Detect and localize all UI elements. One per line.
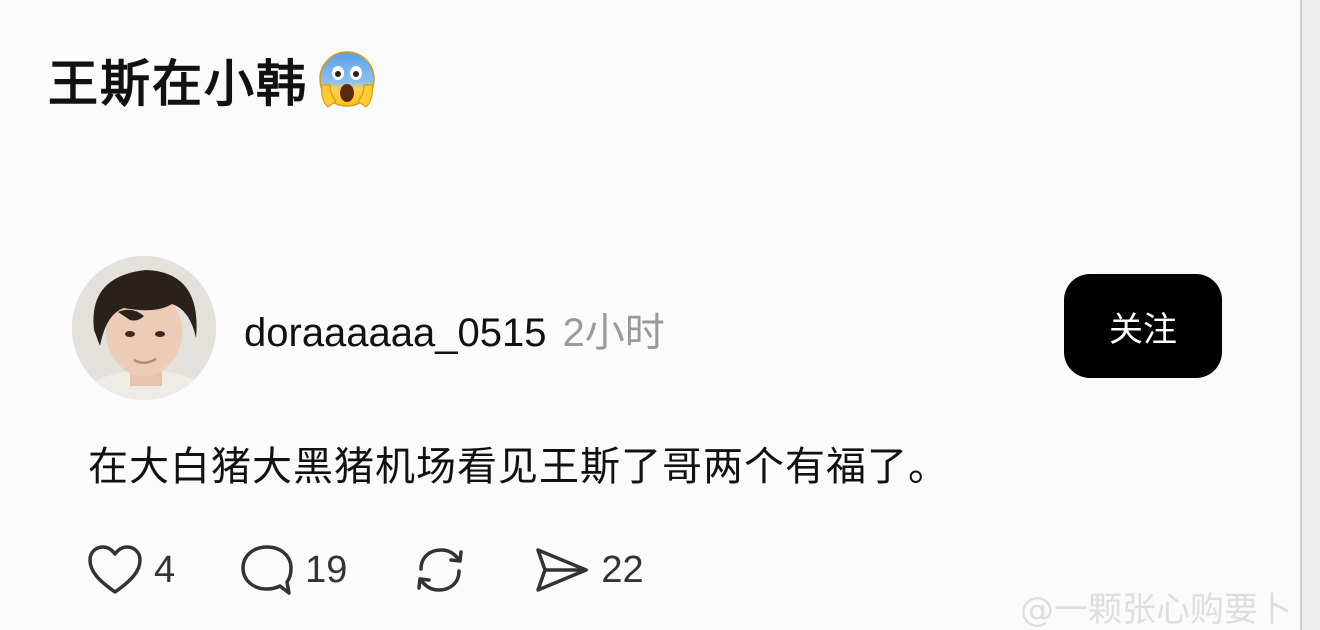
comment-button[interactable]: 19 — [239, 543, 347, 597]
right-edge-bar — [1300, 0, 1320, 630]
headline-text: 王斯在小韩 — [48, 55, 308, 113]
user-avatar-photo-icon — [72, 256, 216, 400]
follow-button[interactable]: 关注 — [1064, 274, 1222, 378]
screenshot-page: 王斯在小韩 doraaaaaa_0515 2小时 关注 在大白猪大黑猪机场看见王… — [0, 0, 1320, 630]
headline: 王斯在小韩 — [48, 40, 378, 120]
heart-icon — [88, 545, 142, 594]
action-bar: 4 19 22 — [86, 542, 708, 598]
like-count: 4 — [154, 548, 176, 591]
username[interactable]: doraaaaaa_0515 — [244, 311, 547, 356]
avatar[interactable] — [72, 256, 216, 400]
comment-count: 19 — [305, 548, 348, 591]
watermark: @一颗张心购要卜 — [1020, 590, 1292, 630]
share-count: 22 — [601, 548, 644, 591]
send-icon — [536, 548, 589, 592]
timestamp: 2小时 — [562, 311, 665, 355]
like-button[interactable]: 4 — [86, 544, 175, 596]
user-line: doraaaaaa_0515 2小时 — [244, 300, 665, 358]
screaming-face-emoji-icon — [316, 49, 378, 111]
repost-button[interactable] — [411, 543, 469, 597]
comment-bubble-icon — [241, 545, 293, 595]
repost-icon — [417, 548, 464, 592]
post-card: doraaaaaa_0515 2小时 关注 在大白猪大黑猪机场看见王斯了哥两个有… — [0, 240, 1300, 630]
share-button[interactable]: 22 — [533, 544, 644, 596]
post-text: 在大白猪大黑猪机场看见王斯了哥两个有福了。 — [88, 444, 949, 490]
